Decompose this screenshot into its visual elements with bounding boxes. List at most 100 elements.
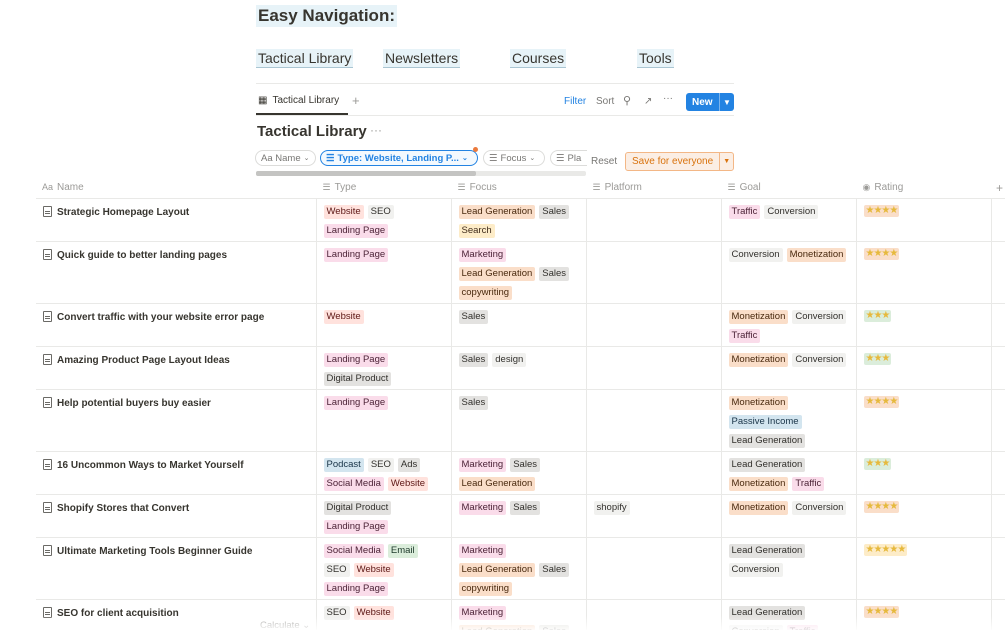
table-row[interactable]: Help potential buyers buy easier Landing … [36, 389, 1005, 452]
cell-name[interactable]: Help potential buyers buy easier [36, 389, 317, 452]
column-header-platform[interactable]: ☰ Platform [586, 178, 722, 199]
cell-name[interactable]: Shopify Stores that Convert [36, 494, 317, 538]
table-row[interactable]: Shopify Stores that Convert Digital Produ… [36, 494, 1005, 538]
table-row[interactable]: SEO for client acquisition SEO Website Mark… [36, 599, 1005, 630]
cell-platform[interactable] [586, 389, 722, 452]
cell-focus[interactable]: Marketing Sales [451, 494, 587, 538]
table-row[interactable]: Amazing Product Page Layout Ideas Landing… [36, 346, 1005, 390]
cell-type[interactable]: Landing Page [316, 241, 452, 304]
cell-goal[interactable]: Monetization Conversion [721, 346, 857, 390]
cell-goal[interactable]: Monetization Conversion [721, 494, 857, 538]
expand-icon[interactable]: ↗ [644, 96, 652, 107]
nav-link-tactical-library[interactable]: Tactical Library [256, 49, 354, 68]
cell-rating[interactable]: ★★★ [856, 346, 992, 390]
cell-goal[interactable]: Conversion Monetization [721, 241, 857, 304]
row-title[interactable]: SEO for client acquisition [57, 608, 179, 619]
add-column-button[interactable]: + [996, 181, 1003, 195]
cell-name[interactable]: Convert traffic with your website error … [36, 303, 317, 347]
view-tab-tactical-library[interactable]: ▦ Tactical Library [258, 95, 339, 106]
reset-button[interactable]: Reset [591, 156, 617, 167]
more-options-button[interactable]: ··· [663, 93, 673, 104]
cell-type[interactable]: Website SEO Landing Page [316, 198, 452, 242]
cell-name[interactable]: Quick guide to better landing pages [36, 241, 317, 304]
cell-goal[interactable]: Lead Generation ConversionTraffic [721, 599, 857, 630]
cell-name[interactable]: Ultimate Marketing Tools Beginner Guide [36, 537, 317, 600]
cell-name[interactable]: Amazing Product Page Layout Ideas [36, 346, 317, 390]
scrollbar-thumb[interactable] [256, 171, 476, 176]
nav-link-courses[interactable]: Courses [510, 49, 567, 68]
cell-goal[interactable]: Monetization Conversion Traffic [721, 303, 857, 347]
cell-rating[interactable]: ★★★ [856, 451, 992, 495]
cell-type[interactable]: Digital Product Landing Page [316, 494, 452, 538]
cell-goal[interactable]: Monetization Passive Income Lead Generatio… [721, 389, 857, 452]
cell-name[interactable]: 16 Uncommon Ways to Market Yourself [36, 451, 317, 495]
nav-link-newsletters[interactable]: Newsletters [383, 49, 461, 68]
row-title[interactable]: 16 Uncommon Ways to Market Yourself [57, 460, 244, 471]
nav-link-tools[interactable]: Tools [637, 49, 674, 68]
cell-focus[interactable]: Sales design [451, 346, 587, 390]
row-title[interactable]: Strategic Homepage Layout [57, 207, 189, 218]
cell-focus[interactable]: Lead Generation Sales Search [451, 198, 587, 242]
row-title[interactable]: Shopify Stores that Convert [57, 503, 189, 514]
add-view-button[interactable]: + [352, 93, 360, 108]
filter-chip-type[interactable]: ☰ Type: Website, Landing P... ⌄ [320, 150, 478, 166]
save-for-everyone-button[interactable]: Save for everyone ▼ [625, 152, 735, 171]
cell-platform[interactable] [586, 346, 722, 390]
cell-rating[interactable]: ★★★★ [856, 198, 992, 242]
column-header-name[interactable]: Aa Name [36, 178, 317, 199]
cell-focus[interactable]: Sales [451, 303, 587, 347]
cell-focus[interactable]: Marketing Lead Generation Sales copywriting [451, 537, 587, 600]
filter-chip-platform[interactable]: ☰ Pla [550, 150, 587, 166]
column-header-focus[interactable]: ☰ Focus [451, 178, 587, 199]
column-header-goal[interactable]: ☰ Goal [721, 178, 857, 199]
cell-platform[interactable]: shopify [586, 494, 722, 538]
row-title[interactable]: Convert traffic with your website error … [57, 312, 264, 323]
cell-goal[interactable]: Lead Generation Monetization Traffic [721, 451, 857, 495]
cell-rating[interactable]: ★★★★ [856, 599, 992, 630]
chevron-down-icon[interactable]: ▼ [719, 153, 733, 170]
cell-goal[interactable]: Traffic Conversion [721, 198, 857, 242]
new-button[interactable]: New ▼ [686, 93, 734, 111]
row-title[interactable]: Amazing Product Page Layout Ideas [57, 355, 230, 366]
cell-type[interactable]: Podcast SEO Ads Social Media Website [316, 451, 452, 495]
cell-platform[interactable] [586, 198, 722, 242]
table-row[interactable]: Quick guide to better landing pages Landi… [36, 241, 1005, 304]
cell-name[interactable]: Strategic Homepage Layout [36, 198, 317, 242]
cell-rating[interactable]: ★★★★★ [856, 537, 992, 600]
cell-focus[interactable]: Marketing Lead GenerationSales [451, 599, 587, 630]
table-row[interactable]: Strategic Homepage Layout Website SEO Landi… [36, 198, 1005, 242]
cell-rating[interactable]: ★★★★ [856, 241, 992, 304]
cell-type[interactable]: SEO Website [316, 599, 452, 630]
sort-button[interactable]: Sort [596, 96, 614, 107]
filter-chip-focus[interactable]: ☰ Focus ⌄ [483, 150, 545, 166]
cell-focus[interactable]: Marketing Sales Lead Generation [451, 451, 587, 495]
table-row[interactable]: Ultimate Marketing Tools Beginner Guide S… [36, 537, 1005, 600]
cell-type[interactable]: Landing Page Digital Product [316, 346, 452, 390]
column-header-rating[interactable]: ◉ Rating [856, 178, 992, 199]
cell-focus[interactable]: Marketing Lead Generation Sales copywriting [451, 241, 587, 304]
column-header-type[interactable]: ☰ Type [316, 178, 452, 199]
cell-type[interactable]: Landing Page [316, 389, 452, 452]
calculate-button[interactable]: Calculate ⌄ [260, 620, 310, 630]
filter-button[interactable]: Filter [564, 96, 586, 107]
row-title[interactable]: Quick guide to better landing pages [57, 250, 227, 261]
row-title[interactable]: Help potential buyers buy easier [57, 398, 211, 409]
chevron-down-icon[interactable]: ▼ [719, 93, 734, 111]
database-more-button[interactable]: ··· [370, 123, 382, 137]
filter-chip-name[interactable]: Aa Name ⌄ [255, 150, 316, 166]
cell-rating[interactable]: ★★★★ [856, 389, 992, 452]
cell-type[interactable]: Social Media Email SEO Website Landing Page [316, 537, 452, 600]
table-row[interactable]: 16 Uncommon Ways to Market Yourself Podca… [36, 451, 1005, 495]
search-icon[interactable]: ⚲ [623, 94, 631, 107]
cell-goal[interactable]: Lead Generation Conversion [721, 537, 857, 600]
cell-platform[interactable] [586, 599, 722, 630]
cell-type[interactable]: Website [316, 303, 452, 347]
cell-platform[interactable] [586, 303, 722, 347]
cell-focus[interactable]: Sales [451, 389, 587, 452]
cell-rating[interactable]: ★★★ [856, 303, 992, 347]
cell-platform[interactable] [586, 241, 722, 304]
table-row[interactable]: Convert traffic with your website error … [36, 303, 1005, 347]
cell-rating[interactable]: ★★★★ [856, 494, 992, 538]
cell-platform[interactable] [586, 537, 722, 600]
row-title[interactable]: Ultimate Marketing Tools Beginner Guide [57, 546, 252, 557]
